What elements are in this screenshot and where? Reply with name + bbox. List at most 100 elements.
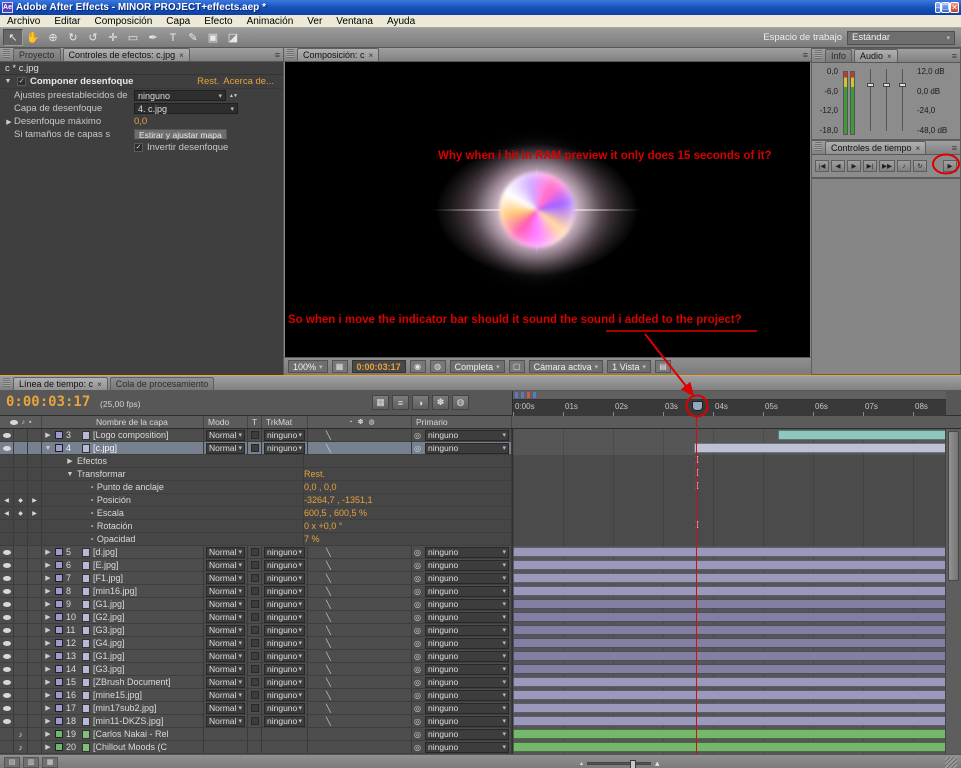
prev-keyframe-icon[interactable]: ◀ [4,510,9,517]
property-value[interactable]: 7 % [304,534,320,544]
pickwhip-icon[interactable]: ◎ [414,652,421,661]
mode-dropdown[interactable]: Normal ▾ [206,702,245,714]
trkmat-dropdown[interactable]: ninguno ▾ [264,715,305,727]
layer-name-cell[interactable]: ▶ 14 [G3.jpg] [42,663,204,675]
preserve-transparency-checkbox[interactable] [250,574,259,582]
audio-on-icon[interactable]: ♪ [19,730,23,739]
current-time-indicator[interactable] [692,401,703,411]
layer-name[interactable]: [G3.jpg] [93,664,125,674]
layer-duration-bar[interactable] [694,443,945,453]
layer-duration-bar[interactable] [778,430,945,440]
graph-cell[interactable]: I [512,468,945,481]
mode-dropdown[interactable]: Normal ▾ [206,676,245,688]
gutter-cell[interactable] [28,702,42,714]
pickwhip-icon[interactable]: ◎ [414,717,421,726]
layer-duration-bar[interactable] [513,664,945,674]
property-label-cell[interactable]: ▶ Efectos [42,455,304,467]
expander-icon[interactable]: ▶ [44,743,52,751]
property-label-cell[interactable]: ▼ Transformar [42,468,304,480]
parent-dropdown[interactable]: ninguno ▾ [424,585,509,597]
expander-icon[interactable]: ▶ [44,704,52,712]
gutter-cell[interactable] [14,559,28,571]
timeline-property-row[interactable]: ▼ Transformar Rest. I [0,468,961,481]
gutter-cell[interactable] [14,455,28,467]
tab-timeline[interactable]: Línea de tiempo: c × [13,377,108,390]
graph-cell[interactable] [512,637,945,650]
column-mode[interactable]: Modo [204,416,248,428]
parent-dropdown[interactable]: ninguno ▾ [424,559,509,571]
layer-name[interactable]: [G3.jpg] [93,625,125,635]
parent-dropdown[interactable]: ninguno ▾ [424,676,509,688]
gain-slider-left[interactable] [866,69,874,131]
gutter-cell[interactable] [28,585,42,597]
gutter-cell[interactable] [14,650,28,662]
layer-name[interactable]: [ZBrush Document] [93,677,171,687]
gutter-cell[interactable] [0,468,14,480]
mode-dropdown[interactable]: Normal ▾ [206,572,245,584]
eye-icon[interactable] [2,575,11,581]
panel-menu-icon[interactable]: ≡ [952,51,957,61]
layer-name-cell[interactable]: ▶ 3 [Logo composition] [42,429,204,441]
gutter-cell[interactable]: ♪ [14,728,28,740]
composition-mini-flowchart-icon[interactable]: ▦ [372,395,389,410]
gutter-cell[interactable] [28,624,42,636]
eye-icon[interactable] [2,432,11,438]
blur-layer-dropdown[interactable]: 4. c.jpg ▾ [134,103,238,114]
menu-efecto[interactable]: Efecto [197,15,239,28]
layer-duration-bar[interactable] [513,612,945,622]
next-frame-button[interactable]: ▶| [863,160,877,172]
gutter-cell[interactable] [14,702,28,714]
graph-cell[interactable] [512,572,945,585]
eye-icon[interactable] [2,679,11,685]
quality-icon[interactable]: ╲ [326,665,331,674]
comp-current-time[interactable]: 0:00:03:17 [351,360,406,373]
layer-name-cell[interactable]: ▶ 20 [Chillout Moods (C [42,741,204,753]
pickwhip-icon[interactable]: ◎ [414,561,421,570]
trkmat-dropdown[interactable]: ninguno ▾ [264,546,305,558]
gutter-cell[interactable] [28,520,42,532]
eye-icon[interactable] [2,640,11,646]
trkmat-dropdown[interactable]: ninguno ▾ [264,650,305,662]
gutter-cell[interactable] [0,689,14,701]
expander-icon[interactable]: ▶ [44,717,52,725]
quality-icon[interactable]: ╲ [326,691,331,700]
draft-3d-icon[interactable]: ≡ [392,395,409,410]
stopwatch-icon[interactable]: ◔ [89,535,94,544]
timeline-layer-row[interactable]: ▶ 3 [Logo composition] Normal ▾ ninguno ▾ ╲ ◎ nin… [0,429,961,442]
layer-duration-bar[interactable] [513,703,945,713]
layer-name-cell[interactable]: ▶ 19 [Carlos Nakai - Rel [42,728,204,740]
composition-viewport[interactable]: Why when i hit in RAM preview it only do… [285,62,810,357]
layer-name[interactable]: [G1.jpg] [93,651,125,661]
menu-ventana[interactable]: Ventana [329,15,380,28]
layer-duration-bar[interactable] [513,690,945,700]
preserve-transparency-checkbox[interactable] [250,587,259,595]
stopwatch-icon[interactable]: ◔ [89,483,94,492]
eye-icon[interactable] [2,666,11,672]
parent-dropdown[interactable]: ninguno ▾ [424,637,509,649]
gutter-cell[interactable] [14,689,28,701]
gutter-cell[interactable] [14,572,28,584]
layer-color-swatch[interactable] [55,691,63,699]
expander-icon[interactable]: ▶ [44,587,52,595]
gutter-cell[interactable] [0,728,14,740]
gutter-cell[interactable] [0,663,14,675]
layer-color-swatch[interactable] [55,444,63,452]
graph-cell[interactable] [512,494,945,507]
quality-icon[interactable]: ╲ [326,561,331,570]
trkmat-dropdown[interactable]: ninguno ▾ [264,585,305,597]
trkmat-dropdown[interactable]: ninguno ▾ [264,559,305,571]
loop-button[interactable]: ↻ [913,160,927,172]
expander-icon[interactable]: ▶ [44,561,52,569]
pickwhip-icon[interactable]: ◎ [414,431,421,440]
grid-guides-icon[interactable]: ▦ [331,360,348,373]
title-bar[interactable]: Ae Adobe After Effects - MINOR PROJECT+e… [0,0,961,15]
expander-icon[interactable]: ▶ [44,665,52,673]
gutter-cell[interactable] [28,481,42,493]
gutter-cell[interactable] [28,572,42,584]
trkmat-dropdown[interactable]: ninguno ▾ [264,442,305,454]
mode-dropdown[interactable]: Normal ▾ [206,559,245,571]
quality-icon[interactable]: ╲ [326,587,331,596]
mode-dropdown[interactable]: Normal ▾ [206,585,245,597]
timeline-layer-row[interactable]: ▶ 8 [min16.jpg] Normal ▾ ninguno ▾ ╲ ◎ ninguno ▾ [0,585,961,598]
layer-name[interactable]: [min11-DKZS.jpg] [93,716,163,726]
